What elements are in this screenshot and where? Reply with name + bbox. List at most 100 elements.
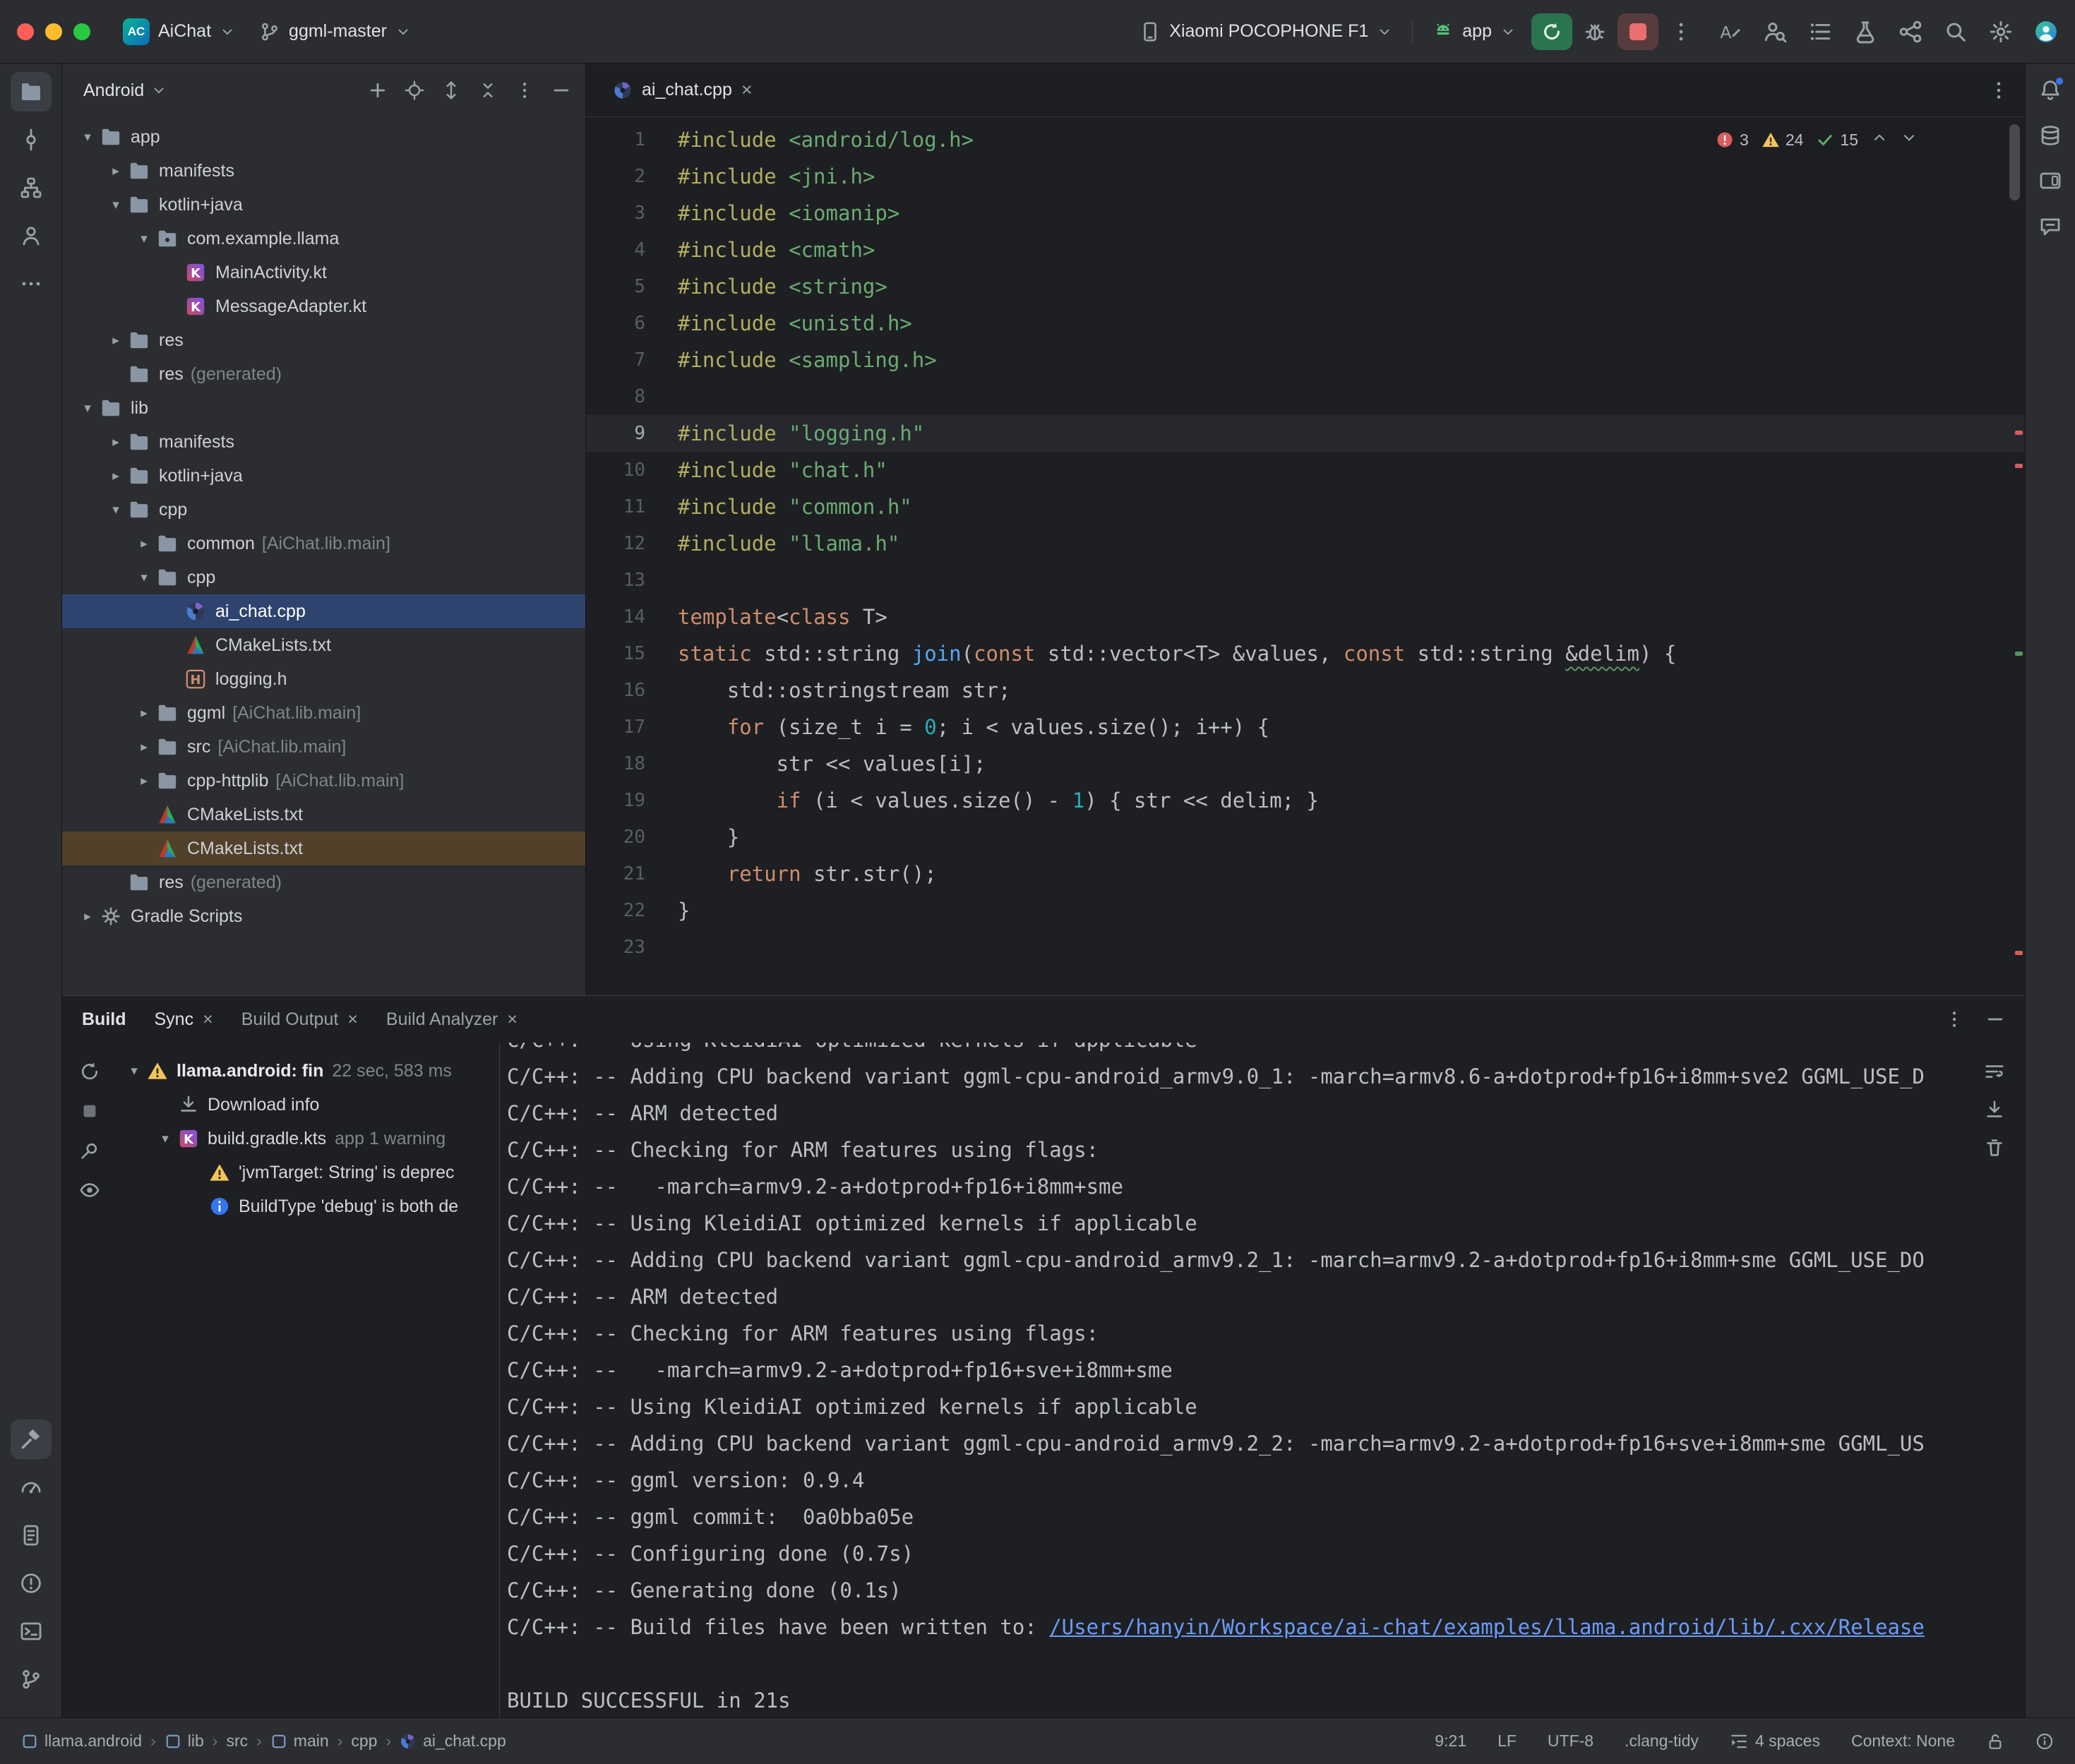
ai-writing-icon[interactable]: A xyxy=(1718,20,1742,44)
passed-count[interactable]: 15 xyxy=(1816,131,1858,150)
tree-item-manifests[interactable]: ▸manifests xyxy=(62,154,585,188)
more-options-icon[interactable] xyxy=(515,80,534,100)
run-button[interactable] xyxy=(1531,13,1572,50)
structure-button[interactable] xyxy=(11,168,52,208)
assistant-button[interactable] xyxy=(2032,208,2069,244)
console-file-link[interactable]: /Users/hanyin/Workspace/ai-chat/examples… xyxy=(1049,1615,1925,1639)
build-console[interactable]: C/C++: -- Using KleidiAI optimized kerne… xyxy=(500,1043,2025,1717)
tree-toggle-icon[interactable]: ▸ xyxy=(103,434,128,450)
find-usages-icon[interactable] xyxy=(1763,20,1787,44)
code-line-13[interactable]: 13 xyxy=(586,562,2025,599)
build-button[interactable] xyxy=(11,1420,52,1459)
build-tree-item[interactable]: ▾llama.android: fin22 sec, 583 ms xyxy=(117,1054,499,1088)
editor-tab-ai-chat-cpp[interactable]: ai_chat.cpp × xyxy=(602,64,764,116)
more-options-icon[interactable] xyxy=(1944,1009,1964,1029)
build-tree-item[interactable]: 'jvmTarget: String' is deprec xyxy=(117,1156,499,1189)
tree-item-messageadapter-kt[interactable]: KMessageAdapter.kt xyxy=(62,289,585,323)
tree-item-mainactivity-kt[interactable]: KMainActivity.kt xyxy=(62,256,585,289)
more-tool-windows-button[interactable] xyxy=(11,264,52,304)
tree-item-res[interactable]: res(generated) xyxy=(62,357,585,391)
pin-tab-icon[interactable] xyxy=(79,1140,100,1161)
build-tree-item[interactable]: ▾Kbuild.gradle.ktsapp 1 warning xyxy=(117,1122,499,1156)
hide-panel-icon[interactable] xyxy=(551,80,571,100)
commit-button[interactable] xyxy=(11,120,52,160)
tree-toggle-icon[interactable]: ▸ xyxy=(131,536,157,552)
code-line-21[interactable]: 21 return str.str(); xyxy=(586,856,2025,892)
status-caret-position[interactable]: 9:21 xyxy=(1435,1732,1466,1751)
tree-item-manifests[interactable]: ▸manifests xyxy=(62,425,585,459)
logcat-button[interactable] xyxy=(11,1516,52,1555)
code-line-4[interactable]: 4#include <cmath> xyxy=(586,232,2025,268)
stop-sync-icon[interactable] xyxy=(79,1100,100,1122)
tree-toggle-icon[interactable]: ▾ xyxy=(131,570,157,586)
tree-toggle-icon[interactable]: ▸ xyxy=(103,163,128,179)
warning-stripe-mark[interactable] xyxy=(2015,652,2023,656)
editor-scrollbar[interactable] xyxy=(2009,124,2020,200)
tree-toggle-icon[interactable]: ▾ xyxy=(75,129,100,145)
code-line-15[interactable]: 15static std::string join(const std::vec… xyxy=(586,635,2025,672)
tree-toggle-icon[interactable]: ▾ xyxy=(121,1063,147,1079)
build-tab-build-analyzer[interactable]: Build Analyzer× xyxy=(386,1009,518,1030)
tree-item-cpp[interactable]: ▾cpp xyxy=(62,560,585,594)
code-line-9[interactable]: 9#include "logging.h" xyxy=(586,415,2025,452)
code-line-7[interactable]: 7#include <sampling.h> xyxy=(586,342,2025,378)
minimize-window-button[interactable] xyxy=(45,23,62,40)
run-configuration-selector[interactable]: app xyxy=(1424,16,1524,48)
error-stripe-mark[interactable] xyxy=(2015,951,2023,955)
code-line-14[interactable]: 14template<class T> xyxy=(586,599,2025,635)
structure-list-icon[interactable] xyxy=(1808,20,1832,44)
build-tree-item[interactable]: Download info xyxy=(117,1088,499,1122)
tree-item-app[interactable]: ▾app xyxy=(62,120,585,154)
tree-item-cmakelists-txt[interactable]: CMakeLists.txt xyxy=(62,628,585,662)
tree-item-ai-chat-cpp[interactable]: ai_chat.cpp xyxy=(62,594,585,628)
status-reader-mode[interactable] xyxy=(2035,1732,2054,1751)
close-tab-icon[interactable]: × xyxy=(507,1009,518,1030)
debug-button[interactable] xyxy=(1579,16,1610,47)
code-line-20[interactable]: 20 } xyxy=(586,819,2025,856)
tree-item-src[interactable]: ▸src[AiChat.lib.main] xyxy=(62,730,585,764)
inspect-icon[interactable] xyxy=(79,1180,100,1201)
tree-toggle-icon[interactable]: ▸ xyxy=(131,739,157,755)
close-window-button[interactable] xyxy=(17,23,34,40)
settings-icon[interactable] xyxy=(1989,20,2013,44)
code-line-17[interactable]: 17 for (size_t i = 0; i < values.size();… xyxy=(586,709,2025,745)
tree-item-cpp[interactable]: ▾cpp xyxy=(62,493,585,527)
close-tab-icon[interactable]: × xyxy=(203,1009,213,1030)
code-line-10[interactable]: 10#include "chat.h" xyxy=(586,452,2025,488)
notifications-button[interactable] xyxy=(2032,72,2069,109)
inspections-widget[interactable]: 3 24 15 xyxy=(1707,126,1926,154)
build-tools-icon[interactable] xyxy=(1853,20,1877,44)
tree-item-cmakelists-txt[interactable]: CMakeLists.txt xyxy=(62,798,585,832)
zoom-window-button[interactable] xyxy=(73,23,90,40)
code-line-6[interactable]: 6#include <unistd.h> xyxy=(586,305,2025,342)
code-line-23[interactable]: 23 xyxy=(586,929,2025,966)
pull-requests-button[interactable] xyxy=(11,216,52,256)
more-run-actions-button[interactable] xyxy=(1666,16,1697,47)
tree-item-res[interactable]: ▸res xyxy=(62,323,585,357)
scroll-to-end-icon[interactable] xyxy=(1984,1099,2005,1120)
tree-item-common[interactable]: ▸common[AiChat.lib.main] xyxy=(62,527,585,560)
add-icon[interactable] xyxy=(368,80,388,100)
terminal-button[interactable] xyxy=(11,1612,52,1651)
tree-item-cpp-httplib[interactable]: ▸cpp-httplib[AiChat.lib.main] xyxy=(62,764,585,798)
code-line-2[interactable]: 2#include <jni.h> xyxy=(586,158,2025,195)
code-line-3[interactable]: 3#include <iomanip> xyxy=(586,195,2025,232)
close-tab-icon[interactable]: × xyxy=(347,1009,358,1030)
code-line-19[interactable]: 19 if (i < values.size() - 1) { str << d… xyxy=(586,782,2025,819)
code-line-16[interactable]: 16 std::ostringstream str; xyxy=(586,672,2025,709)
previous-problem-button[interactable] xyxy=(1871,129,1888,150)
breadcrumb-llama-android[interactable]: llama.android xyxy=(21,1732,142,1751)
gradle-button[interactable] xyxy=(2032,117,2069,154)
profile-icon[interactable] xyxy=(2034,20,2058,44)
tree-toggle-icon[interactable]: ▾ xyxy=(153,1131,178,1147)
tree-item-ggml[interactable]: ▸ggml[AiChat.lib.main] xyxy=(62,696,585,730)
collapse-all-icon[interactable] xyxy=(478,80,498,100)
soft-wrap-icon[interactable] xyxy=(1984,1061,2005,1082)
tree-toggle-icon[interactable]: ▾ xyxy=(131,231,157,247)
breadcrumb-ai-chat-cpp[interactable]: ai_chat.cpp xyxy=(400,1732,506,1751)
warning-count[interactable]: 24 xyxy=(1762,131,1804,150)
build-tab-build-output[interactable]: Build Output× xyxy=(241,1009,358,1030)
running-devices-button[interactable] xyxy=(2032,162,2069,199)
tree-item-kotlin-java[interactable]: ▾kotlin+java xyxy=(62,188,585,222)
project-selector[interactable]: AC AiChat xyxy=(114,13,244,51)
